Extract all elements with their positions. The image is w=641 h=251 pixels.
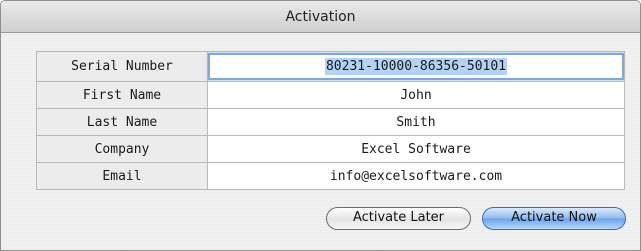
email-label: Email xyxy=(36,162,208,190)
activate-later-button[interactable]: Activate Later xyxy=(326,207,471,230)
first-name-label: First Name xyxy=(36,81,208,109)
form-row-last-name: Last Name Smith xyxy=(36,108,625,136)
serial-number-label: Serial Number xyxy=(36,51,208,82)
window-title: Activation xyxy=(285,9,356,25)
last-name-label: Last Name xyxy=(36,108,208,136)
company-label: Company xyxy=(36,135,208,163)
last-name-field[interactable]: Smith xyxy=(207,108,625,136)
activate-now-button[interactable]: Activate Now xyxy=(482,207,626,230)
activation-form: Serial Number 80231-10000-86356-50101 Fi… xyxy=(36,51,625,190)
title-bar[interactable]: Activation xyxy=(1,1,640,33)
serial-number-value: 80231-10000-86356-50101 xyxy=(324,58,507,75)
first-name-field[interactable]: John xyxy=(207,81,625,109)
form-row-serial-number: Serial Number 80231-10000-86356-50101 xyxy=(36,51,625,82)
company-field[interactable]: Excel Software xyxy=(207,135,625,163)
activation-window: Activation Serial Number 80231-10000-863… xyxy=(0,0,641,251)
serial-number-cell: 80231-10000-86356-50101 xyxy=(207,51,625,82)
form-row-company: Company Excel Software xyxy=(36,135,625,163)
serial-number-field[interactable]: 80231-10000-86356-50101 xyxy=(208,53,624,80)
form-row-email: Email info@excelsoftware.com xyxy=(36,162,625,190)
email-field[interactable]: info@excelsoftware.com xyxy=(207,162,625,190)
form-row-first-name: First Name John xyxy=(36,81,625,109)
